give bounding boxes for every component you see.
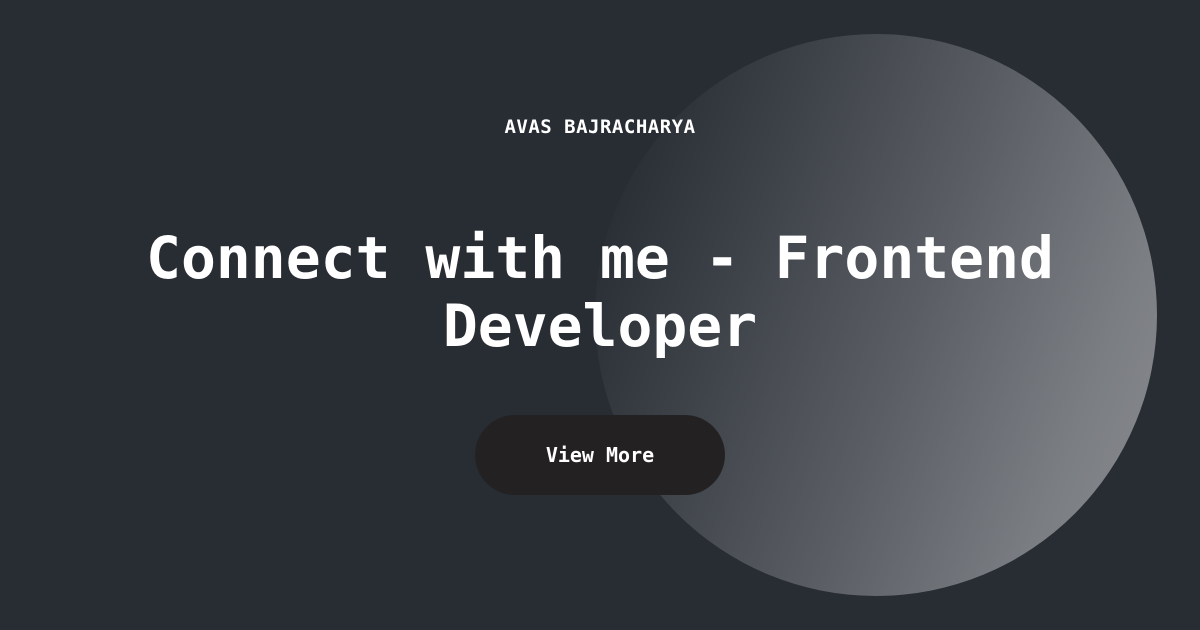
card-content: AVAS BAJRACHARYA Connect with me - Front… bbox=[0, 0, 1200, 630]
og-card: AVAS BAJRACHARYA Connect with me - Front… bbox=[0, 0, 1200, 630]
page-title: Connect with me - Frontend Developer bbox=[146, 224, 1054, 360]
author-name: AVAS BAJRACHARYA bbox=[504, 116, 696, 138]
view-more-button[interactable]: View More bbox=[475, 415, 725, 495]
